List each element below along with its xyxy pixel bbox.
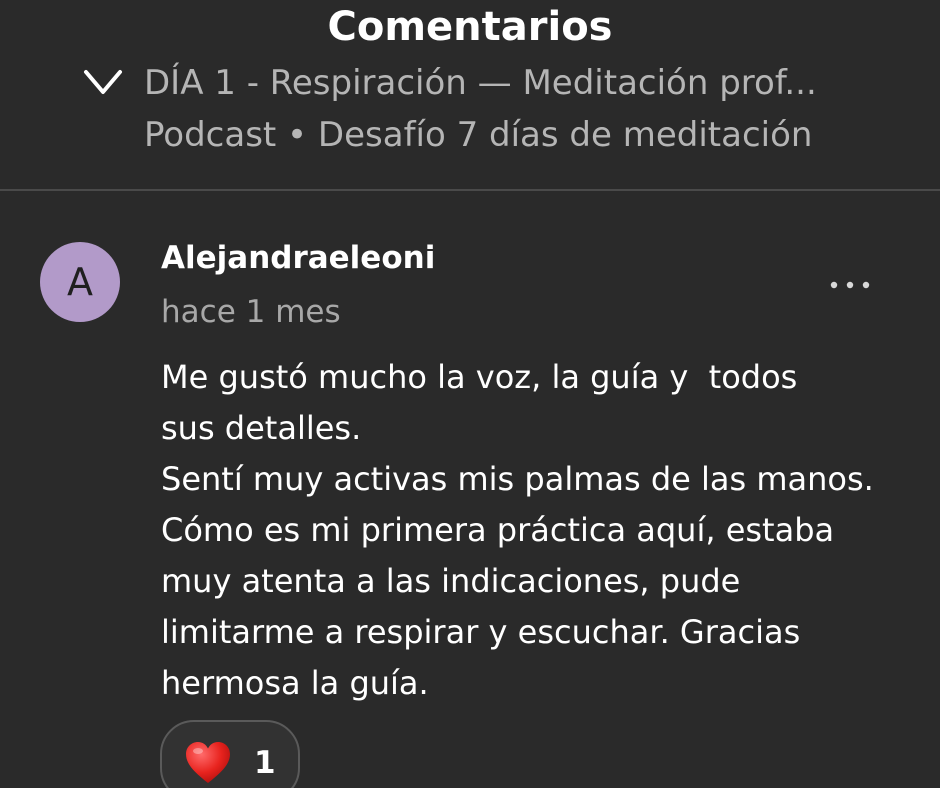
comment-body: Me gustó mucho la voz, la guía y todos s… [161,352,921,709]
reaction-button[interactable]: 1 [160,720,300,788]
reaction-count: 1 [254,745,276,781]
heart-icon [186,742,230,783]
avatar[interactable]: A [40,242,120,322]
more-options-button[interactable] [824,268,876,302]
comment-line: Sentí muy activas mis palmas de las mano… [161,460,874,498]
comment-line: limitarme a respirar y escuchar. Gracias [161,613,801,651]
episode-title[interactable]: DÍA 1 - Respiración — Meditación prof... [144,60,817,106]
more-horizontal-icon [830,281,870,289]
comment-line: Cómo es mi primera práctica aquí, estaba [161,511,835,549]
comment-line: sus detalles. [161,409,362,447]
comment-timestamp: hace 1 mes [161,294,341,330]
comment-line: muy atenta a las indicaciones, pude [161,562,741,600]
page-title: Comentarios [327,4,613,50]
comment-author[interactable]: Alejandraeleoni [161,236,435,280]
comment-line: Me gustó mucho la voz, la guía y todos [161,358,798,396]
comments-header: Comentarios DÍA 1 - Respiración — Medita… [0,0,940,190]
comments-screen: Comentarios DÍA 1 - Respiración — Medita… [0,0,940,788]
comment-line: hermosa la guía. [161,664,429,702]
header-divider [0,189,940,191]
chevron-down-icon[interactable] [78,64,128,104]
episode-subtitle: Podcast • Desafío 7 días de meditación [144,115,813,155]
